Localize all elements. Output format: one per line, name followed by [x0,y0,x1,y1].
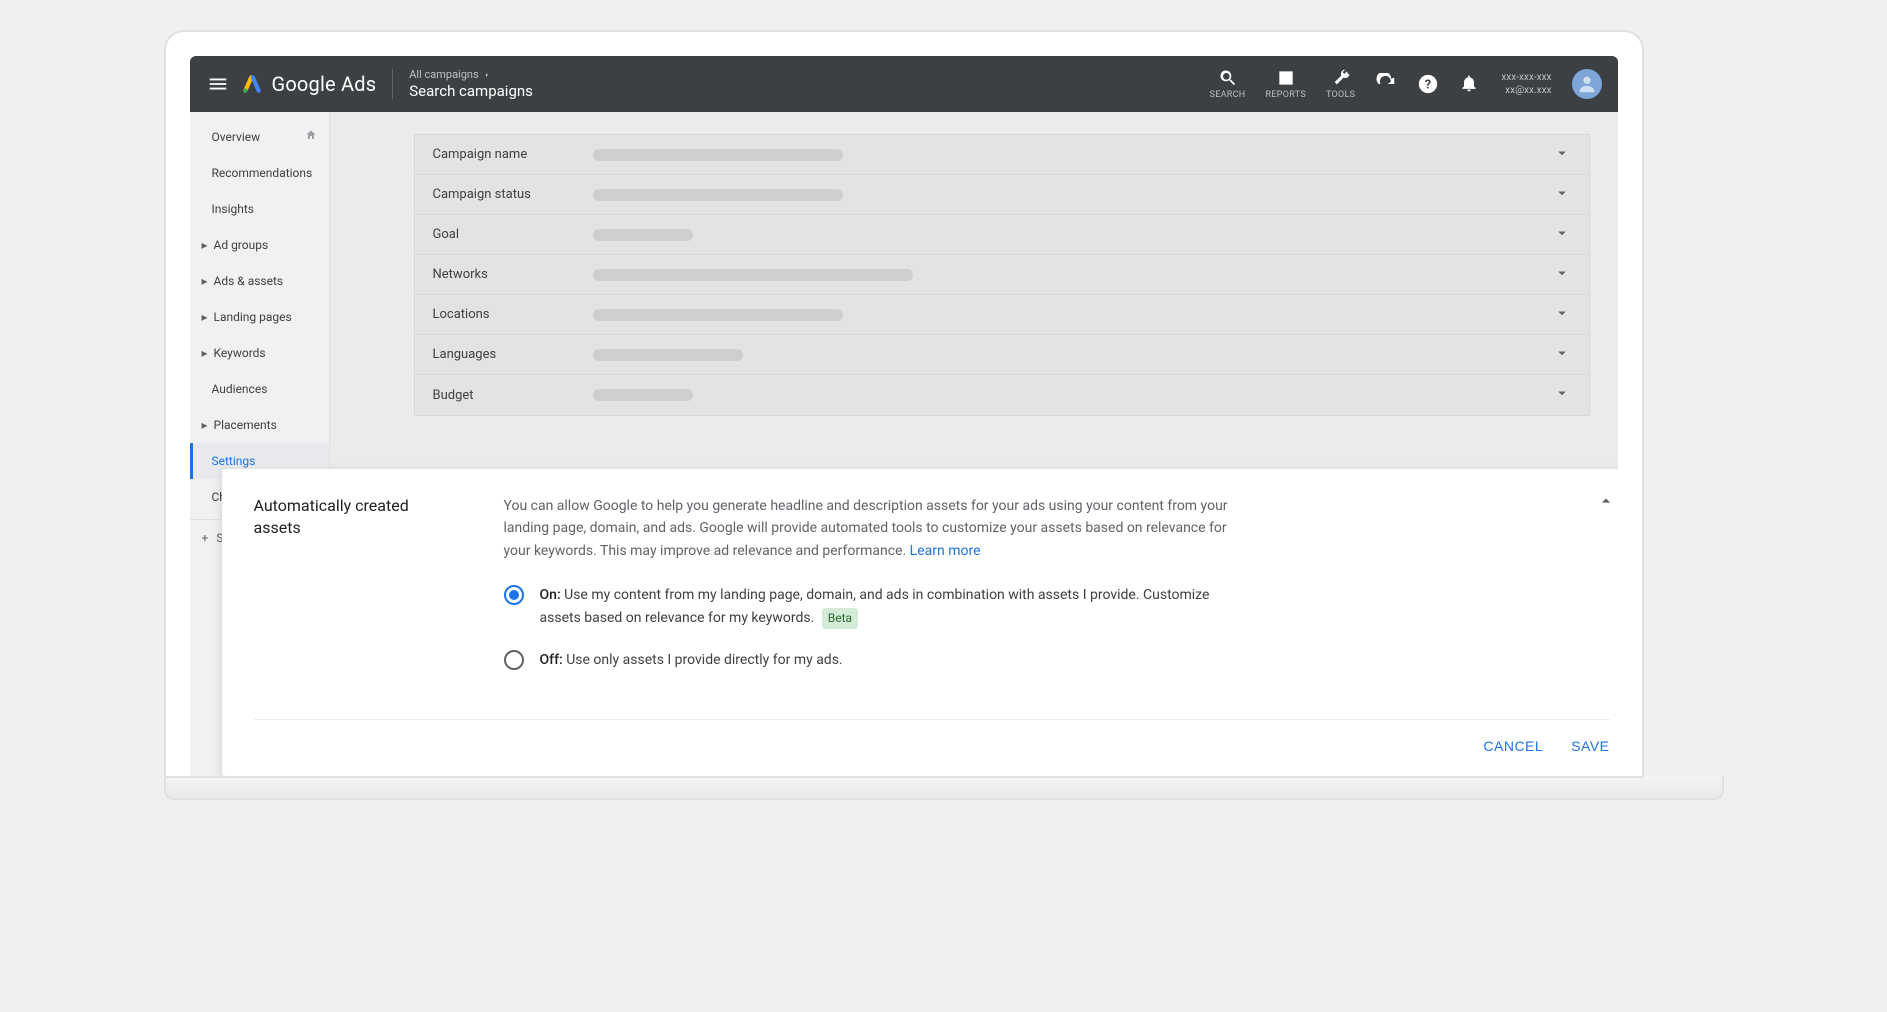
sidebar-item-audiences[interactable]: Audiences [190,371,329,407]
sidebar-item-ads-assets[interactable]: ▸Ads & assets [190,263,329,299]
laptop-base [164,776,1724,800]
settings-row[interactable]: Languages [415,335,1589,375]
reports-icon [1276,68,1296,88]
home-icon [305,129,317,144]
row-skeleton [593,349,743,361]
row-skeleton [593,149,843,161]
panel-description: You can allow Google to help you generat… [504,495,1244,562]
chevron-down-icon [1553,384,1571,406]
learn-more-link[interactable]: Learn more [910,543,981,559]
breadcrumb[interactable]: All campaigns Search campaigns [409,68,533,99]
radio-option-off[interactable]: Off: Use only assets I provide directly … [504,649,1244,671]
sidebar-item-insights[interactable]: Insights [190,191,329,227]
sidebar-item-landing-pages[interactable]: ▸Landing pages [190,299,329,335]
chevron-right-icon: ▸ [202,346,208,360]
account-text: xxx-xxx-xxx xx@xx.xxx [1501,71,1551,97]
settings-row[interactable]: Budget [415,375,1589,415]
row-skeleton [593,269,913,281]
plus-icon: + [202,531,209,545]
row-skeleton [593,309,843,321]
app-body: Overview Recommendations Insights ▸Ad gr… [190,112,1618,776]
chevron-right-icon: ▸ [202,418,208,432]
brand-logo[interactable]: Google Ads [242,72,377,96]
chevron-down-icon [1553,144,1571,166]
brand-text: Google Ads [272,72,377,96]
help-icon[interactable]: ? [1417,73,1439,95]
row-label: Goal [433,227,593,242]
radio-off-text: Off: Use only assets I provide directly … [540,649,843,671]
panel-title: Automatically created assets [254,495,454,691]
cancel-button[interactable]: CANCEL [1483,738,1543,754]
settings-row[interactable]: Campaign status [415,175,1589,215]
radio-on[interactable] [504,585,524,605]
app-header: Google Ads All campaigns Search campaign… [190,56,1618,112]
collapse-button[interactable] [1596,491,1616,515]
search-tool[interactable]: SEARCH [1210,68,1246,100]
row-label: Campaign name [433,147,593,162]
auto-assets-panel: Automatically created assets You can all… [222,469,1618,776]
wrench-icon [1331,68,1351,88]
panel-actions: CANCEL SAVE [254,719,1610,776]
chevron-down-icon [1553,224,1571,246]
avatar[interactable] [1572,69,1602,99]
save-button[interactable]: SAVE [1571,738,1609,754]
chevron-down-icon [1553,344,1571,366]
chevron-right-icon [483,71,491,79]
panel-content: You can allow Google to help you generat… [504,495,1244,691]
chevron-right-icon: ▸ [202,238,208,252]
row-label: Networks [433,267,593,282]
radio-option-on[interactable]: On: Use my content from my landing page,… [504,584,1244,629]
chevron-down-icon [1553,184,1571,206]
google-ads-icon [242,74,262,94]
row-skeleton [593,189,843,201]
bell-icon[interactable] [1459,73,1481,95]
radio-off[interactable] [504,650,524,670]
sidebar-item-ad-groups[interactable]: ▸Ad groups [190,227,329,263]
row-label: Locations [433,307,593,322]
row-label: Languages [433,347,593,362]
settings-row[interactable]: Campaign name [415,135,1589,175]
tools-tool[interactable]: TOOLS [1326,68,1355,100]
settings-row[interactable]: Locations [415,295,1589,335]
header-tools: SEARCH REPORTS TOOLS ? xxx-xxx-xxx xx@xx… [1210,68,1602,100]
laptop-frame: Google Ads All campaigns Search campaign… [164,30,1644,778]
row-skeleton [593,229,693,241]
chevron-right-icon: ▸ [202,310,208,324]
chevron-down-icon [1553,264,1571,286]
reports-tool[interactable]: REPORTS [1266,68,1306,100]
person-icon [1576,73,1598,95]
chevron-right-icon: ▸ [202,274,208,288]
svg-text:?: ? [1425,78,1431,93]
search-icon [1218,68,1238,88]
sidebar-item-keywords[interactable]: ▸Keywords [190,335,329,371]
row-skeleton [593,389,693,401]
radio-on-text: On: Use my content from my landing page,… [540,584,1244,629]
screen: Google Ads All campaigns Search campaign… [190,56,1618,776]
sidebar-item-recommendations[interactable]: Recommendations [190,155,329,191]
settings-row[interactable]: Goal [415,215,1589,255]
row-label: Campaign status [433,187,593,202]
breadcrumb-sub: Search campaigns [409,82,533,100]
sidebar-item-overview[interactable]: Overview [190,118,329,155]
breadcrumb-top: All campaigns [409,68,478,81]
chevron-down-icon [1553,304,1571,326]
chevron-up-icon [1596,491,1616,511]
beta-badge: Beta [822,608,858,629]
row-label: Budget [433,388,593,403]
refresh-icon[interactable] [1375,73,1397,95]
settings-rows: Campaign name Campaign status Goal Netwo… [414,134,1590,416]
sidebar-item-placements[interactable]: ▸Placements [190,407,329,443]
header-divider [392,69,393,99]
menu-icon[interactable] [206,72,230,96]
settings-row[interactable]: Networks [415,255,1589,295]
